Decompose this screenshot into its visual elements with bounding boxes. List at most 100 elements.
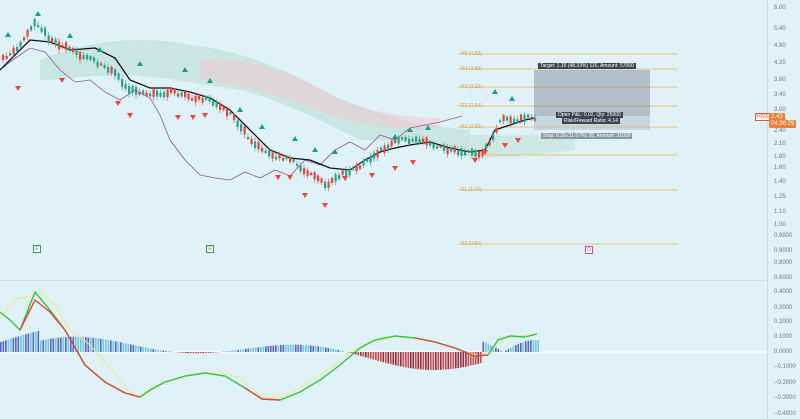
candle-body [418,138,421,144]
earnings-marker[interactable]: E [33,245,41,253]
macd-histogram-bar [227,351,230,352]
macd-histogram-bar [52,338,55,352]
candle-body [425,137,428,146]
macd-histogram-bar [80,336,82,352]
macd-histogram-bar [255,347,257,352]
target-label[interactable]: Target: 1.16 (48.33%) 116, Amount: 57000 [538,63,636,69]
macd-histogram-bar [477,352,480,364]
dividend-marker[interactable]: D [585,246,593,254]
macd-histogram-bar [105,339,107,352]
macd-histogram-bar [85,337,87,352]
candle-body [362,159,365,166]
macd-histogram-bar [357,352,360,356]
candle-body [142,90,145,95]
candle-body [432,144,435,149]
candle-body [194,95,197,103]
macd-histogram-bar [412,352,415,369]
macd-histogram-bar [45,339,47,352]
macd-histogram-bar [327,347,330,352]
price-axis[interactable]: 6.005.404.804.203.803.403.002.702.402.10… [767,0,800,419]
candle-body [320,178,323,183]
candle-body [135,86,138,95]
macd-histogram-bar [150,348,152,352]
macd-histogram-bar [137,346,140,352]
macd-histogram-bar [192,352,195,354]
macd-histogram-bar [135,345,137,352]
macd-histogram-bar [190,352,192,354]
candle-body [411,138,414,142]
macd-histogram-bar [202,352,205,354]
level-r5-label: R5 (4.58) [461,51,482,57]
candle-body [401,137,404,140]
macd-histogram-bar [290,344,292,352]
macd-histogram-bar [430,352,432,370]
candle-body [156,90,159,97]
macd-histogram-bar [330,348,332,352]
macd-histogram-bar [130,344,132,352]
candle-body [345,169,348,178]
candle-body [152,88,155,97]
candle-body [429,142,432,146]
chart-area[interactable]: R5 (4.58) R4 (3.65) R3 (3.12) R2 (2.64) … [0,0,800,419]
pane-separator[interactable] [0,280,767,281]
candle-body [226,108,229,117]
macd-histogram-bar [22,334,25,352]
price-tick-label: 1.80 [774,154,786,160]
level-r3-label: R3 (3.12) [461,84,482,90]
candle-body [488,141,491,146]
macd-histogram-bar [237,349,240,352]
macd-histogram-bar [405,352,407,368]
macd-tick-label: −0.3000 [774,395,796,401]
candle-body [520,114,523,121]
macd-histogram-bar [107,339,110,352]
candle-body [201,97,204,103]
macd-histogram-bar [525,341,527,352]
candle-body [159,92,162,97]
macd-histogram-bar [37,331,40,352]
sell-signal-icon [115,101,121,106]
price-tick-label: 3.40 [774,92,786,98]
macd-histogram-bar [370,352,372,359]
macd-histogram-bar [35,331,37,352]
candle-body [233,113,236,121]
level-r2-label: R2 (2.64) [461,103,482,109]
level-r1-label: R1 (2.22) [461,124,482,130]
candle-body [65,41,68,50]
risk-reward-label[interactable]: Risk/Reward Ratio: 4.14 [562,118,620,124]
macd-histogram-bar [120,342,122,352]
macd-histogram-bar [315,346,317,352]
macd-histogram-bar [252,347,255,352]
stop-label[interactable]: Stop: 0.28 (11.67%) 28, Amount: 31000 [541,133,633,139]
price-tick-label: 6.00 [774,5,786,11]
macd-histogram-bar [427,352,430,370]
macd-histogram-bar [337,350,340,352]
macd-histogram-bar [325,347,327,352]
price-chart[interactable] [0,0,767,419]
candle-body [257,142,260,150]
candle-body [390,140,393,147]
macd-histogram-bar [62,337,65,352]
macd-histogram-bar [500,350,502,352]
macd-histogram-bar [442,352,445,370]
macd-histogram-bar [332,348,335,352]
candle-body [436,146,439,149]
earnings-marker[interactable]: E [206,245,214,253]
candle-body [303,168,306,175]
candle-body [394,139,397,143]
candle-body [191,98,194,101]
candle-body [89,56,92,60]
macd-histogram-bar [67,336,70,352]
candle-body [184,91,187,98]
macd-histogram-bar [455,352,457,369]
candle-body [457,150,460,156]
candle-body [338,174,341,180]
candle-body [397,136,400,144]
candle-body [359,165,362,169]
candle-body [47,35,50,43]
sell-signal-icon [190,115,196,120]
macd-tick-label: 0.3000 [774,305,793,311]
candle-body [166,89,169,97]
macd-histogram-bar [60,337,62,352]
candle-body [68,46,71,50]
sell-signal-icon [472,158,478,163]
